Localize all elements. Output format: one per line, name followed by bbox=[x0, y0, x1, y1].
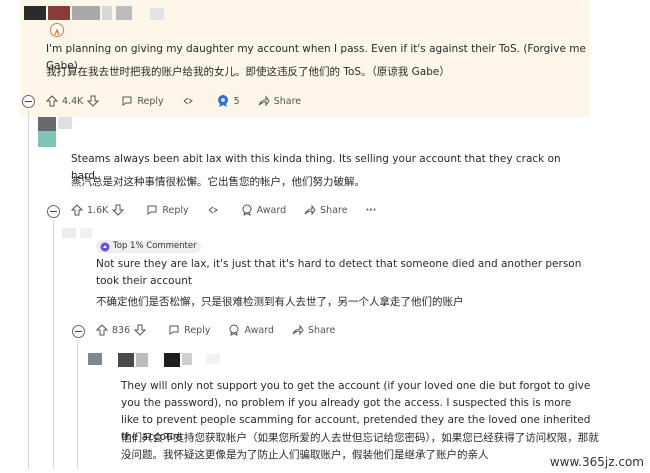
more-options-icon: ··· bbox=[365, 204, 377, 216]
username-redacted bbox=[72, 6, 100, 20]
status-badge: Top 1% Commenter bbox=[96, 240, 201, 253]
watermark: www.365jz.com bbox=[549, 455, 644, 469]
vote-control[interactable]: 4.4K bbox=[46, 95, 103, 107]
username-redacted bbox=[58, 117, 72, 129]
share-button[interactable]: Share bbox=[304, 204, 348, 216]
award-icon bbox=[242, 204, 252, 216]
thread-line bbox=[28, 110, 29, 470]
vote-control[interactable]: 836 bbox=[96, 324, 150, 336]
crosspost-icon bbox=[183, 97, 193, 105]
vote-control[interactable]: 1.6K bbox=[71, 204, 128, 216]
crosspost-button[interactable] bbox=[182, 95, 198, 107]
award-icon bbox=[229, 324, 239, 336]
comment-icon bbox=[169, 325, 179, 335]
downvote-icon[interactable] bbox=[87, 95, 100, 107]
downvote-icon[interactable] bbox=[112, 204, 125, 216]
collapse-thread-button[interactable] bbox=[47, 205, 60, 218]
flair-icon bbox=[50, 23, 64, 37]
award-button[interactable]: Award bbox=[228, 324, 274, 336]
username-redacted bbox=[62, 228, 76, 238]
share-button[interactable]: Share bbox=[258, 95, 301, 107]
avatar bbox=[38, 131, 56, 147]
comment-text: Not sure they are lax, it's just that it… bbox=[96, 258, 582, 287]
reply-button[interactable]: Reply bbox=[168, 324, 210, 336]
avatar bbox=[88, 353, 102, 365]
username-redacted bbox=[206, 354, 220, 364]
vote-count: 836 bbox=[112, 324, 131, 336]
award-button[interactable]: 5 bbox=[216, 94, 240, 108]
username-redacted bbox=[118, 353, 134, 367]
award-icon bbox=[217, 95, 228, 107]
username-redacted bbox=[164, 353, 180, 367]
comment-translation: 我打算在我去世时把我的账户给我的女儿。即使这违反了他们的 ToS。（原谅我 Ga… bbox=[46, 66, 450, 78]
comment-translation: 蒸汽总是对这种事情很松懈。它出售您的帐户，他们努力破解。 bbox=[71, 176, 365, 188]
username-redacted bbox=[102, 6, 112, 20]
comment-translation: 他们只会不支持您获取帐户（如果您所爱的人去世但忘记给您密码），如果您已经获得了访… bbox=[121, 432, 599, 461]
avatar bbox=[24, 6, 46, 20]
username-redacted bbox=[116, 6, 132, 20]
share-icon bbox=[258, 95, 270, 107]
upvote-icon[interactable] bbox=[96, 324, 108, 336]
award-count: 5 bbox=[233, 95, 240, 107]
top-commenter-icon bbox=[100, 242, 110, 251]
username-redacted bbox=[150, 8, 164, 20]
vote-count: 4.4K bbox=[62, 95, 84, 107]
collapse-thread-button[interactable] bbox=[22, 95, 35, 108]
reply-button[interactable]: Reply bbox=[121, 95, 164, 107]
share-icon bbox=[292, 324, 304, 336]
comment-translation: 不确定他们是否松懈，只是很难检测到有人去世了，另一个人拿走了他们的账户 bbox=[96, 296, 464, 308]
username-redacted bbox=[48, 6, 70, 20]
upvote-icon[interactable] bbox=[71, 204, 83, 216]
upvote-icon[interactable] bbox=[46, 95, 58, 107]
share-button[interactable]: Share bbox=[292, 324, 335, 336]
username-redacted bbox=[182, 353, 192, 365]
thread-line bbox=[77, 340, 78, 470]
vote-count: 1.6K bbox=[87, 204, 109, 216]
username-redacted bbox=[80, 228, 92, 238]
avatar bbox=[38, 117, 56, 131]
crosspost-button[interactable] bbox=[207, 204, 223, 216]
crosspost-icon bbox=[208, 206, 218, 214]
collapse-thread-button[interactable] bbox=[72, 325, 85, 338]
comment-icon bbox=[122, 96, 132, 106]
downvote-icon[interactable] bbox=[134, 324, 147, 336]
more-options-button[interactable]: ··· bbox=[366, 205, 377, 216]
thread-line bbox=[53, 220, 54, 470]
share-icon bbox=[304, 204, 316, 216]
award-button[interactable]: Award bbox=[241, 204, 286, 216]
comment-icon bbox=[147, 205, 157, 215]
username-redacted bbox=[136, 353, 148, 367]
reply-button[interactable]: Reply bbox=[146, 204, 189, 216]
